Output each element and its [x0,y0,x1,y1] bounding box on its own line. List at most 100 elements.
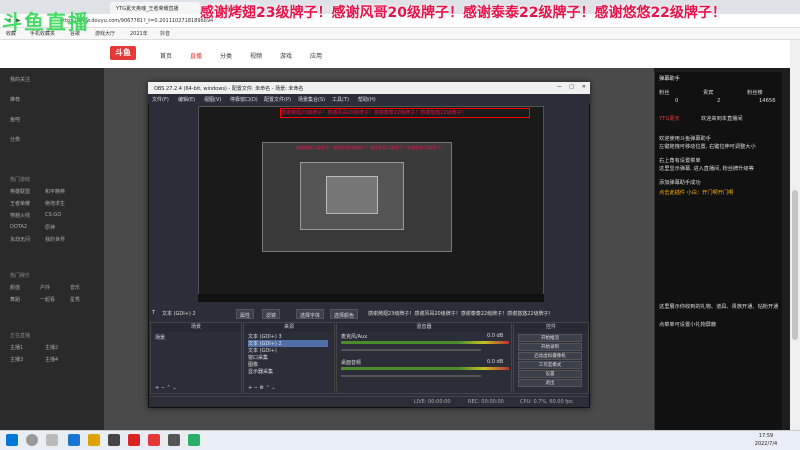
controls-title: 控件 [514,323,588,332]
minimize-icon[interactable]: — [557,84,562,90]
sidebar-ent[interactable]: 星秀 [70,296,80,303]
sidebar-ent[interactable]: 颜值 [10,284,20,291]
rec-status: REC: 00:00:00 [468,399,504,405]
nav-games[interactable]: 游戏 [280,51,292,60]
menu-help[interactable]: 帮助(H) [358,96,376,103]
sidebar-game[interactable]: 永劫无间 [10,236,30,243]
clock-date: 2022/7/4 [754,441,778,447]
source-item[interactable]: 文本 (GDI+) [248,347,277,354]
chat-message: 欢迎使用斗鱼弹幕助手 [659,136,711,142]
nav-apps[interactable]: 应用 [310,51,322,60]
close-icon[interactable]: ✕ [582,84,586,90]
select-color-button[interactable]: 选择颜色 [330,309,359,319]
select-font-button[interactable]: 选择字体 [296,309,325,319]
chat-message: 左键拖拽可移动位置, 右键拉伸可调整大小 [659,144,756,150]
sidebar-game[interactable]: DOTA2 [10,224,27,230]
menu-docks[interactable]: 停靠窗口(D) [230,96,258,103]
gift-info: 点菜单可设置小礼物屏蔽 [659,322,717,328]
scrollbar-thumb[interactable] [792,190,798,340]
bookmark-item[interactable]: 2021年 [130,30,148,37]
menu-view[interactable]: 视图(V) [204,96,221,103]
left-sidebar: 我的关注 推荐 鱼吧 分类 热门游戏 英雄联盟 和平精英 王者荣耀 绝地求生 穿… [0,68,104,430]
filters-button[interactable]: 滤镜 [262,309,281,319]
douyu-taskbar-icon[interactable] [148,434,160,446]
source-item[interactable]: 窗口采集 [248,354,268,361]
sidebar-live[interactable]: 主播3 [10,356,23,363]
obs-source-toolbar: T 文本 (GDI+) 2 属性 滤镜 选择字体 选择颜色 感谢烤翅23级牌子！… [150,308,588,320]
chat-tab[interactable]: 贵宾 [703,90,733,97]
task-view-icon[interactable] [46,434,58,446]
mixer-track-db: 0.0 dB [487,359,504,365]
source-item[interactable]: 显示器采集 [248,368,273,375]
sidebar-ent[interactable]: 一起看 [40,296,55,303]
bookmark-item[interactable]: 抖音 [160,30,170,37]
sidebar-game[interactable]: 原神 [45,224,55,231]
scene-item[interactable]: 场景 [155,334,165,341]
settings-button[interactable]: 设置 [518,370,582,378]
nav-category[interactable]: 分类 [220,51,232,60]
source-item[interactable]: 文本 (GDI+) 2 [248,340,328,347]
nav-video[interactable]: 视频 [250,51,262,60]
sidebar-game[interactable]: 英雄联盟 [10,188,30,195]
sidebar-live[interactable]: 主播2 [45,344,58,351]
volume-slider[interactable] [341,375,481,377]
start-recording-button[interactable]: 开始录制 [518,343,582,351]
app-taskbar-icon[interactable] [168,434,180,446]
chat-message: 这里显示弹幕, 进入直播间, 粉丝牌升级等 [659,166,754,172]
source-item[interactable]: 图像 [248,361,258,368]
menu-edit[interactable]: 编辑(E) [178,96,195,103]
browser-taskbar-icon[interactable] [128,434,140,446]
start-streaming-button[interactable]: 开始推流 [518,334,582,342]
sidebar-ent[interactable]: 舞蹈 [10,296,20,303]
gift-info: 这里展示你收到的礼物、道具、贵族开通、钻粉开通 [659,304,779,310]
nav-live[interactable]: 直播 [190,51,202,60]
chat-tab[interactable]: 粉丝 [659,90,689,97]
gift-message: 点击此插件 小白：开门啊开门啊 [659,190,734,196]
sidebar-live[interactable]: 主播1 [10,344,23,351]
menu-tools[interactable]: 工具(T) [332,96,349,103]
virtual-camera-button[interactable]: 启动虚拟摄像机 [518,352,582,360]
exit-button[interactable]: 退出 [518,379,582,387]
source-item[interactable]: 文本 (GDI+) 3 [248,333,282,340]
volume-slider[interactable] [341,349,481,351]
nav-home[interactable]: 首页 [160,51,172,60]
sidebar-game[interactable]: 绝地求生 [45,200,65,207]
preview-taskbar [198,294,544,302]
system-clock[interactable]: 17:59 2022/7/4 [736,432,796,448]
site-logo[interactable]: 斗鱼 [110,46,136,60]
search-icon[interactable] [26,434,38,446]
sidebar-game[interactable]: 穿越火线 [10,212,30,219]
sidebar-live[interactable]: 主播4 [45,356,58,363]
sidebar-item[interactable]: 推荐 [10,96,20,103]
maximize-icon[interactable]: □ [569,84,574,90]
sidebar-game[interactable]: 王者荣耀 [10,200,30,207]
sidebar-item[interactable]: 分类 [10,136,20,143]
menu-file[interactable]: 文件(F) [152,96,169,103]
sidebar-item[interactable]: 我的关注 [10,76,30,83]
tab-stream[interactable]: YTG夏天奥魂_王者荣耀直播 [110,2,200,14]
chat-tab[interactable]: 粉丝榜 [747,90,777,97]
volume-meter [341,367,509,370]
chat-message: 添加弹幕助手成功 [659,180,701,186]
sidebar-item[interactable]: 鱼吧 [10,116,20,123]
edge-icon[interactable] [68,434,80,446]
danmaku-assistant-panel: 弹幕助手 粉丝 贵宾 粉丝榜 0 2 14656 YTG夏天 欢迎来到本直播间 … [654,72,782,432]
obs-status-bar: LIVE: 00:00:00 REC: 00:00:00 CPU: 0.7%, … [150,396,588,406]
menu-scene-collection[interactable]: 场景集合(S) [298,96,325,103]
start-icon[interactable] [6,434,18,446]
sidebar-game[interactable]: 和平精英 [45,188,65,195]
sidebar-game[interactable]: 我的世界 [45,236,65,243]
mixer-track-db: 0.0 dB [487,333,504,339]
menu-profile[interactable]: 配置文件(P) [264,96,291,103]
add-scene-icon[interactable]: + − ⌃ ⌄ [155,385,177,391]
sidebar-game[interactable]: CS:GO [45,212,61,218]
bookmark-item[interactable]: 游戏大厅 [95,30,115,37]
obs-taskbar-icon[interactable] [108,434,120,446]
properties-button[interactable]: 属性 [236,309,255,319]
sidebar-ent[interactable]: 音乐 [70,284,80,291]
folder-icon[interactable] [88,434,100,446]
studio-mode-button[interactable]: 工作室模式 [518,361,582,369]
wechat-icon[interactable] [188,434,200,446]
sidebar-ent[interactable]: 户外 [40,284,50,291]
add-source-icon[interactable]: + − ⚙ ⌃ ⌄ [248,385,276,391]
